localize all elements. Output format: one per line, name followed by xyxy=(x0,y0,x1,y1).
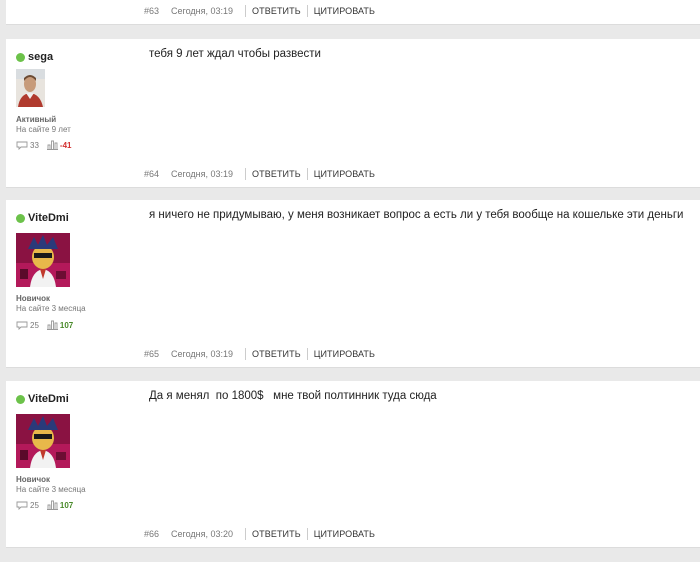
post-number[interactable]: #64 xyxy=(144,169,159,179)
forum-post: ViteDmi Новичок На сайте 3 месяца 25 107… xyxy=(6,200,700,368)
user-rating: 107 xyxy=(59,500,74,510)
forum-post: ViteDmi Новичок На сайте 3 месяца 25 107… xyxy=(6,381,700,548)
post-time: Сегодня, 03:19 xyxy=(171,169,234,179)
divider xyxy=(306,348,308,360)
post-time: Сегодня, 03:19 xyxy=(171,6,234,16)
post-footer: #63 Сегодня, 03:19 ОТВЕТИТЬ ЦИТИРОВАТЬ xyxy=(144,4,381,18)
user-status: Новичок xyxy=(16,475,51,484)
username-link[interactable]: ViteDmi xyxy=(28,393,69,405)
username-link[interactable]: ViteDmi xyxy=(28,212,69,224)
comment-count: 25 xyxy=(30,320,39,330)
user-status: Активный xyxy=(16,115,57,124)
divider xyxy=(306,168,308,180)
quote-button[interactable]: ЦИТИРОВАТЬ xyxy=(314,349,375,359)
online-indicator-icon xyxy=(16,52,25,62)
reply-button[interactable]: ОТВЕТИТЬ xyxy=(252,349,301,359)
user-status: Новичок xyxy=(16,294,51,303)
comment-bubble-icon xyxy=(16,321,28,330)
user-stats: 25 107 xyxy=(16,500,73,510)
member-since: На сайте 3 месяца xyxy=(16,304,86,313)
post-message: Да я менял по 1800$ мне твой полтинник т… xyxy=(149,390,437,402)
divider xyxy=(245,348,247,360)
post-author: ViteDmi xyxy=(16,212,69,224)
divider xyxy=(306,528,308,540)
post-number[interactable]: #65 xyxy=(144,349,159,359)
online-indicator-icon xyxy=(16,394,25,404)
user-rating: -41 xyxy=(59,140,72,150)
avatar[interactable] xyxy=(16,69,45,107)
avatar[interactable] xyxy=(16,233,70,287)
forum-post: #63 Сегодня, 03:19 ОТВЕТИТЬ ЦИТИРОВАТЬ xyxy=(6,0,700,25)
divider xyxy=(306,5,308,17)
post-author: sega xyxy=(16,51,53,63)
user-rating: 107 xyxy=(59,320,74,330)
post-number[interactable]: #66 xyxy=(144,529,159,539)
user-stats: 33 -41 xyxy=(16,140,71,150)
forum-post: sega Активный На сайте 9 лет 33 -41 тебя… xyxy=(6,39,700,188)
quote-button[interactable]: ЦИТИРОВАТЬ xyxy=(314,529,375,539)
post-author: ViteDmi xyxy=(16,393,69,405)
post-number[interactable]: #63 xyxy=(144,6,159,16)
comment-count: 33 xyxy=(30,140,39,150)
member-since: На сайте 9 лет xyxy=(16,125,71,134)
post-message: тебя 9 лет ждал чтобы развести xyxy=(149,48,321,60)
reply-button[interactable]: ОТВЕТИТЬ xyxy=(252,169,301,179)
post-time: Сегодня, 03:20 xyxy=(171,529,234,539)
username-link[interactable]: sega xyxy=(28,51,53,63)
divider xyxy=(245,168,247,180)
avatar[interactable] xyxy=(16,414,70,468)
post-message: я ничего не придумываю, у меня возникает… xyxy=(149,209,684,221)
post-footer: #65 Сегодня, 03:19 ОТВЕТИТЬ ЦИТИРОВАТЬ xyxy=(144,347,381,361)
online-indicator-icon xyxy=(16,213,25,223)
comment-bubble-icon xyxy=(16,501,28,510)
divider xyxy=(245,528,247,540)
post-footer: #64 Сегодня, 03:19 ОТВЕТИТЬ ЦИТИРОВАТЬ xyxy=(144,167,381,181)
rating-bars-icon xyxy=(46,500,58,510)
post-footer: #66 Сегодня, 03:20 ОТВЕТИТЬ ЦИТИРОВАТЬ xyxy=(144,527,381,541)
comment-count: 25 xyxy=(30,500,39,510)
user-stats: 25 107 xyxy=(16,320,73,330)
reply-button[interactable]: ОТВЕТИТЬ xyxy=(252,6,301,16)
quote-button[interactable]: ЦИТИРОВАТЬ xyxy=(314,6,375,16)
divider xyxy=(245,5,247,17)
quote-button[interactable]: ЦИТИРОВАТЬ xyxy=(314,169,375,179)
member-since: На сайте 3 месяца xyxy=(16,485,86,494)
rating-bars-icon xyxy=(46,320,58,330)
reply-button[interactable]: ОТВЕТИТЬ xyxy=(252,529,301,539)
post-time: Сегодня, 03:19 xyxy=(171,349,234,359)
comment-bubble-icon xyxy=(16,141,28,150)
rating-bars-icon xyxy=(46,140,58,150)
